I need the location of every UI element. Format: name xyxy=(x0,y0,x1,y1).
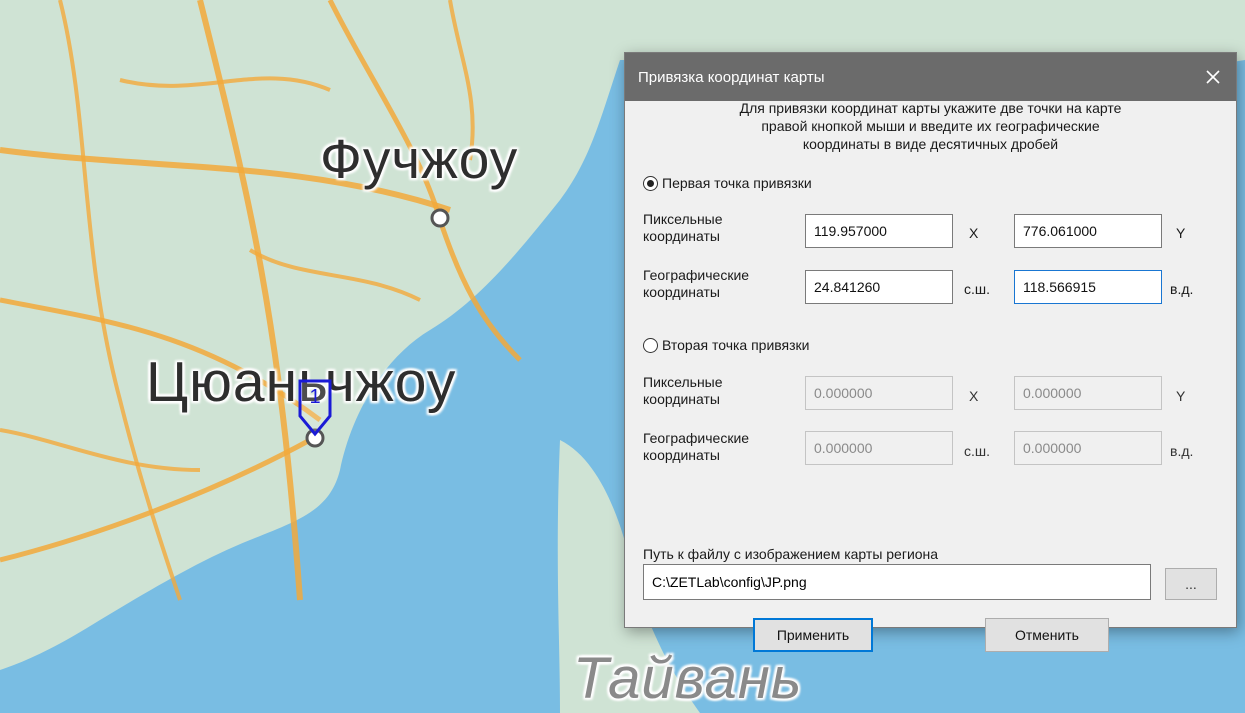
radio-first-point-label: Первая точка привязки xyxy=(662,175,812,191)
instruction-line-2: правой кнопкой мыши и введите их географ… xyxy=(761,118,1100,134)
reference-point-marker[interactable]: 1 xyxy=(297,378,333,438)
p2-geo-label: Географические координаты xyxy=(643,430,749,464)
close-icon xyxy=(1206,70,1220,84)
p2-pixel-label-line2: координаты xyxy=(643,391,720,407)
p2-latitude-input[interactable] xyxy=(805,431,953,465)
p1-pixel-label: Пиксельные координаты xyxy=(643,211,723,245)
marker-number: 1 xyxy=(309,386,320,408)
instruction-text: Для привязки координат карты укажите две… xyxy=(625,100,1236,153)
radio-first-point[interactable]: Первая точка привязки xyxy=(643,175,812,191)
dialog-title: Привязка координат карты xyxy=(638,68,825,86)
radio-second-point-label: Вторая точка привязки xyxy=(662,337,810,353)
p1-geo-label-line1: Географические xyxy=(643,267,750,283)
p1-lat-unit: с.ш. xyxy=(964,281,991,297)
georeference-dialog: Привязка координат карты Для привязки ко… xyxy=(624,52,1237,652)
dialog-titlebar[interactable]: Привязка координат карты xyxy=(625,53,1236,101)
p1-pixel-x-input[interactable] xyxy=(805,214,953,248)
p2-lon-unit: в.д. xyxy=(1170,443,1194,459)
p2-pixel-label-line1: Пиксельные xyxy=(643,374,723,390)
p2-lat-unit: с.ш. xyxy=(964,443,991,459)
p1-latitude-input[interactable] xyxy=(805,270,953,304)
p1-geo-label: Географические координаты xyxy=(643,267,749,301)
radio-dot[interactable] xyxy=(643,337,658,353)
p2-pixel-label: Пиксельные координаты xyxy=(643,374,723,408)
cancel-button[interactable]: Отменить xyxy=(985,618,1109,652)
city-label-fuzhou: Фучжоу xyxy=(320,128,519,190)
p2-geo-label-line2: координаты xyxy=(643,447,720,463)
p2-pixel-y-input[interactable] xyxy=(1014,376,1162,410)
instruction-line-3: координаты в виде десятичных дробей xyxy=(802,136,1059,152)
p2-y-unit: Y xyxy=(1176,388,1186,404)
p1-y-unit: Y xyxy=(1176,225,1186,241)
p1-pixel-y-input[interactable] xyxy=(1014,214,1162,248)
p1-pixel-label-line1: Пиксельные xyxy=(643,211,723,227)
p1-geo-label-line2: координаты xyxy=(643,284,720,300)
browse-button[interactable]: ... xyxy=(1165,568,1217,600)
radio-second-point[interactable]: Вторая точка привязки xyxy=(643,337,810,353)
instruction-line-1: Для привязки координат карты укажите две… xyxy=(739,100,1122,116)
p2-pixel-x-input[interactable] xyxy=(805,376,953,410)
p2-x-unit: X xyxy=(969,388,979,404)
region-label-taiwan: Тайвань xyxy=(573,646,803,711)
screen: Фучжоу Цюаньчжоу Тайвань 1 Привязка коор… xyxy=(0,0,1245,713)
p1-longitude-input[interactable] xyxy=(1014,270,1162,304)
p1-x-unit: X xyxy=(969,225,979,241)
close-button[interactable] xyxy=(1190,53,1236,101)
p2-longitude-input[interactable] xyxy=(1014,431,1162,465)
file-path-input[interactable] xyxy=(643,564,1151,600)
file-path-label: Путь к файлу с изображением карты регион… xyxy=(643,546,939,562)
radio-dot[interactable] xyxy=(643,175,658,191)
p1-lon-unit: в.д. xyxy=(1170,281,1194,297)
p2-geo-label-line1: Географические xyxy=(643,430,750,446)
apply-button[interactable]: Применить xyxy=(753,618,873,652)
p1-pixel-label-line2: координаты xyxy=(643,228,720,244)
